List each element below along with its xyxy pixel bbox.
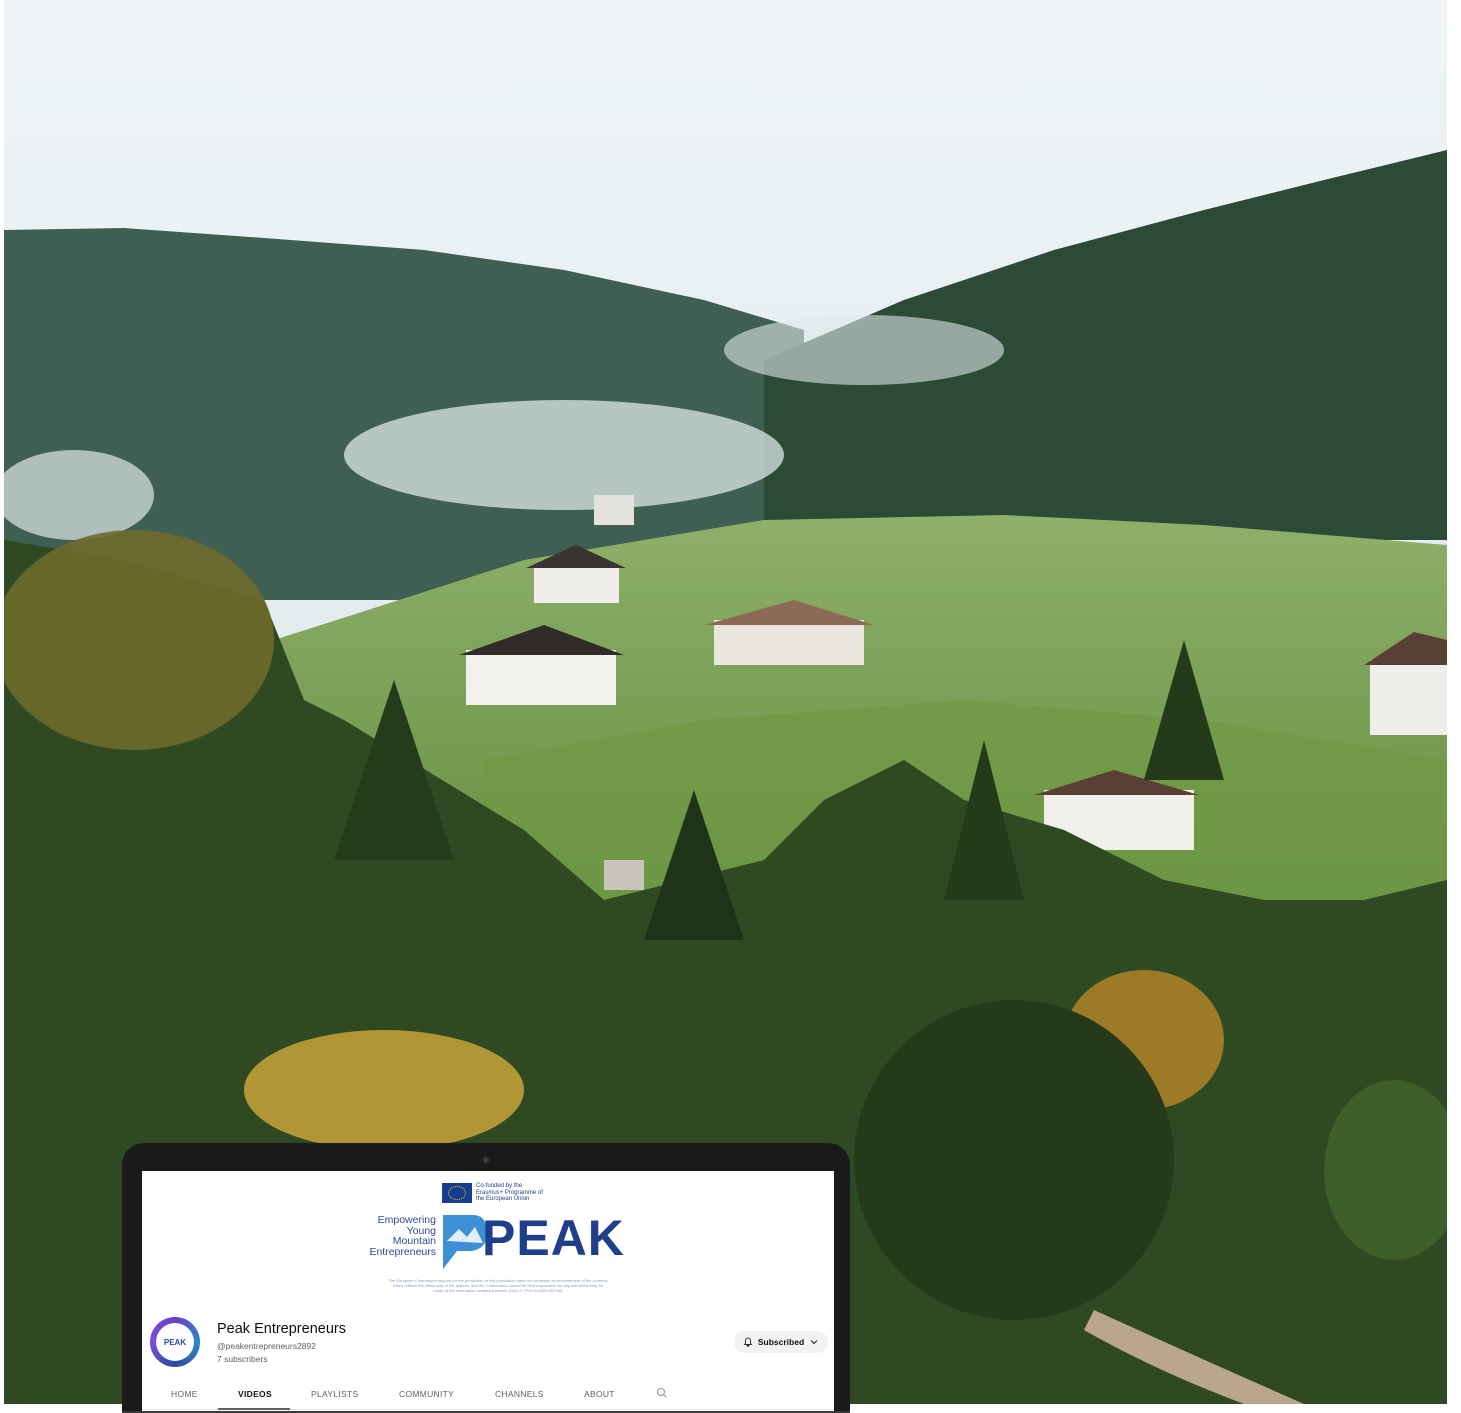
peak-logo-word: PEAK	[482, 1210, 625, 1266]
banner-tagline: Empowering Young Mountain Entrepreneurs	[356, 1215, 436, 1257]
eu-cofunding: Co-funded by the Erasmus+ Programme of t…	[442, 1183, 546, 1203]
tab-playlists[interactable]: PLAYLISTS	[311, 1389, 358, 1399]
tab-videos[interactable]: VIDEOS	[238, 1389, 272, 1399]
search-icon[interactable]	[656, 1387, 668, 1399]
bell-icon	[743, 1337, 753, 1347]
tab-community[interactable]: COMMUNITY	[399, 1389, 454, 1399]
channel-tabs: HOME VIDEOS PLAYLISTS COMMUNITY CHANNELS…	[142, 1383, 834, 1410]
tagline-line: Entrepreneurs	[369, 1245, 436, 1258]
tab-home[interactable]: HOME	[171, 1389, 198, 1399]
camera	[483, 1157, 489, 1163]
tab-channels[interactable]: CHANNELS	[495, 1389, 544, 1399]
subscriber-count: 7 subscribers	[217, 1354, 268, 1364]
tagline-line: Empowering	[377, 1214, 436, 1226]
active-tab-indicator	[218, 1408, 290, 1410]
channel-handle: @peakentrepreneurs2892	[217, 1341, 316, 1351]
eu-cofunding-text: Co-funded by the Erasmus+ Programme of t…	[476, 1183, 543, 1203]
laptop-screen: Co-funded by the Erasmus+ Programme of t…	[142, 1171, 834, 1411]
subscribed-button[interactable]: Subscribed	[734, 1331, 828, 1353]
tab-about[interactable]: ABOUT	[584, 1389, 615, 1399]
channel-banner: Co-funded by the Erasmus+ Programme of t…	[142, 1171, 834, 1311]
avatar-label: PEAK	[156, 1323, 194, 1361]
channel-name: Peak Entrepreneurs	[217, 1321, 346, 1337]
channel-header: PEAK Peak Entrepreneurs @peakentrepreneu…	[142, 1311, 834, 1411]
avatar[interactable]: PEAK	[150, 1317, 200, 1367]
eu-flag-icon	[442, 1183, 472, 1203]
chevron-down-icon	[810, 1340, 818, 1345]
laptop: Co-funded by the Erasmus+ Programme of t…	[122, 1143, 850, 1413]
subscribed-label: Subscribed	[757, 1337, 805, 1347]
eu-disclaimer: The European Commission support for the …	[388, 1278, 608, 1293]
